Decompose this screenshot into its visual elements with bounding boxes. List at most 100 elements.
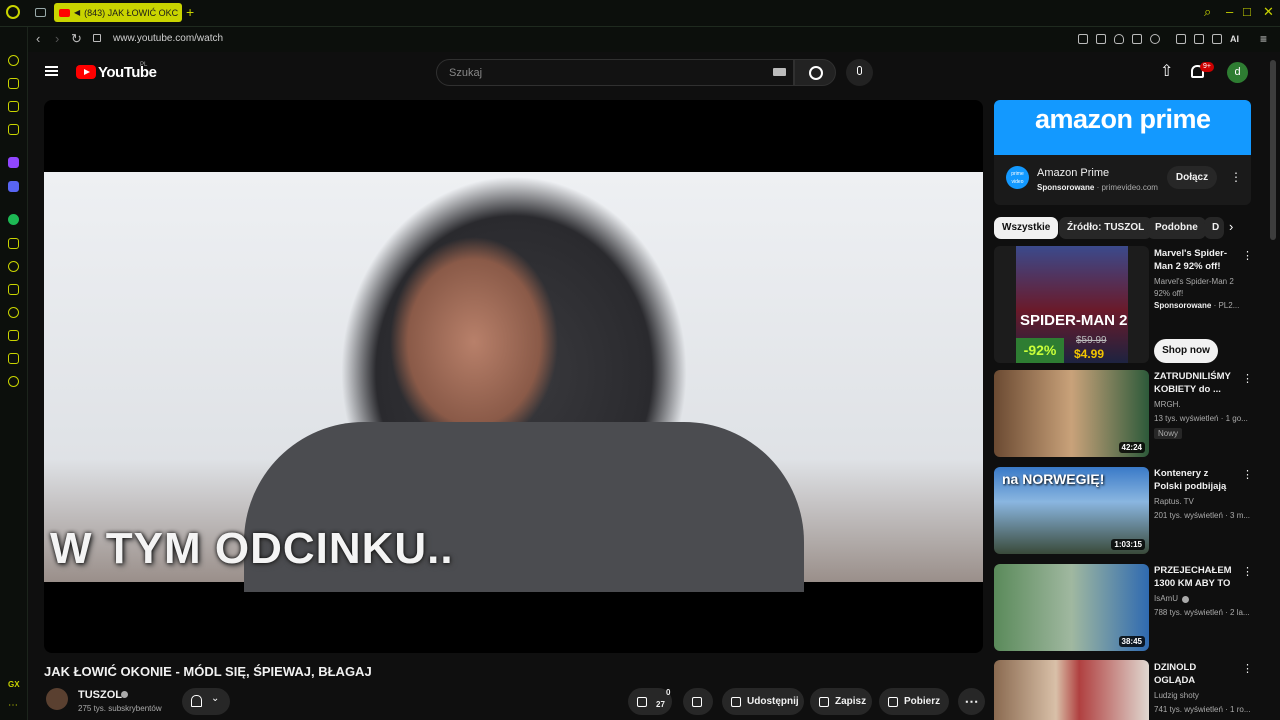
share-icon [731, 696, 741, 707]
extensions-icon[interactable] [1176, 34, 1186, 44]
like-button[interactable]: 0 27 [628, 688, 672, 715]
page-scrollbar[interactable] [1270, 60, 1276, 240]
search-button[interactable] [794, 59, 836, 86]
play-icon[interactable] [1132, 34, 1142, 44]
rec-channel: IsAmU [1154, 594, 1178, 603]
aria-ai-button[interactable]: AI [1230, 34, 1239, 44]
subscription-bell-button[interactable]: ⌄ [182, 688, 230, 715]
tab-islands-icon[interactable] [35, 8, 46, 17]
youtube-logo-icon[interactable] [76, 65, 96, 79]
rec-title[interactable]: PRZEJECHAŁEM 1300 KM ABY TO ... [1154, 564, 1236, 590]
rec-more-icon[interactable]: ⋮ [1242, 662, 1253, 675]
gx-logo-icon[interactable]: GX [8, 680, 20, 689]
rec-more-icon[interactable]: ⋮ [1242, 468, 1253, 481]
new-price: $4.99 [1074, 347, 1105, 361]
thumbs-down-icon [692, 696, 702, 707]
upload-icon[interactable]: ⇧ [1160, 64, 1173, 80]
back-button[interactable]: ‹ [36, 32, 40, 46]
video-player[interactable]: W TYM ODCINKU.. [44, 100, 983, 653]
ad-join-button[interactable]: Dołącz [1167, 166, 1217, 189]
search-tabs-icon[interactable]: ⌕ [1204, 5, 1211, 19]
voice-search-button[interactable] [846, 59, 873, 86]
rec-more-icon[interactable]: ⋮ [1242, 372, 1253, 385]
ad-more-icon[interactable]: ⋮ [1230, 170, 1242, 184]
minimize-button[interactable]: – [1226, 5, 1233, 19]
rec-thumbnail[interactable]: 42:24 [994, 370, 1149, 457]
forward-button[interactable]: › [55, 32, 59, 46]
rec-sponsored-label: Sponsorowane [1154, 301, 1212, 310]
rec-title[interactable]: Marvel's Spider-Man 2 92% off! [1154, 247, 1236, 273]
ad-title[interactable]: Amazon Prime [1037, 167, 1109, 179]
rec-title[interactable]: Kontenery z Polski podbijają świat se... [1154, 467, 1236, 493]
save-button[interactable]: Zapisz [810, 688, 872, 715]
thumbs-up-icon [637, 696, 647, 707]
bag-icon[interactable] [8, 78, 19, 89]
url-field[interactable]: www.youtube.com/watch [113, 33, 223, 44]
browser-tab-active[interactable]: ◀ (843) JAK ŁOWIĆ OKC [54, 3, 182, 22]
rec-title[interactable]: ZATRUDNILIŚMY KOBIETY do ... [1154, 370, 1236, 396]
close-window-button[interactable]: ✕ [1263, 5, 1274, 19]
old-price: $59.99 [1076, 335, 1107, 346]
settings-gear-icon[interactable] [8, 376, 19, 387]
lock-icon[interactable] [93, 34, 101, 42]
heart-icon[interactable] [1150, 34, 1160, 44]
channel-name[interactable]: TUSZOL [78, 689, 122, 701]
rec-title[interactable]: DZINOLD OGLĄDA BUNGEE - ZEMST... [1154, 661, 1236, 687]
keyboard-icon[interactable] [773, 68, 786, 76]
wallet-icon[interactable] [1194, 34, 1204, 44]
bookmarks-heart-icon[interactable] [8, 261, 19, 272]
easy-setup-icon[interactable]: ≡ [1260, 32, 1267, 46]
download-button[interactable]: Pobierz [879, 688, 949, 715]
channel-avatar[interactable] [46, 688, 68, 710]
snapshot-icon[interactable] [1096, 34, 1106, 44]
hamburger-menu-icon[interactable] [45, 66, 58, 76]
discord-icon[interactable] [8, 181, 19, 192]
spotify-icon[interactable] [8, 214, 19, 225]
rec-channel: MRGH. [1154, 400, 1181, 409]
ad-advertiser-logo: prime video [1006, 166, 1029, 189]
opera-logo-icon[interactable] [6, 5, 20, 19]
chevron-down-icon: ⌄ [211, 693, 220, 704]
like-count: 27 [656, 700, 665, 709]
rec-views: 788 tys. wyświetleń · 2 la... [1154, 608, 1250, 617]
maps-icon[interactable] [8, 124, 19, 135]
pin-icon[interactable] [1078, 34, 1088, 44]
chip-related[interactable]: Podobne [1147, 217, 1206, 239]
reload-button[interactable]: ↻ [71, 32, 82, 46]
rec-more-icon[interactable]: ⋮ [1242, 565, 1253, 578]
youtube-logo-text[interactable]: YouTube [98, 64, 157, 81]
rec-channel: Raptus. TV [1154, 497, 1194, 506]
downloads-icon[interactable] [8, 330, 19, 341]
notification-badge: 9+ [1200, 62, 1214, 72]
rec-thumbnail[interactable]: na NORWEGIĘ! 1:03:15 [994, 467, 1149, 554]
shop-now-button[interactable]: Shop now [1154, 339, 1218, 363]
pinboard-icon[interactable] [8, 284, 19, 295]
rec-thumbnail[interactable] [994, 660, 1149, 720]
share-button[interactable]: Udostępnij [722, 688, 804, 715]
chip-source[interactable]: Źródło: TUSZOL [1059, 217, 1153, 239]
sidebar-more-icon[interactable]: ⋯ [8, 700, 18, 711]
search-input[interactable] [447, 63, 771, 83]
dislike-button[interactable] [683, 688, 713, 715]
speaker-icon[interactable]: ◀ [74, 8, 80, 17]
download-arrow-icon [888, 696, 898, 707]
more-actions-button[interactable]: ⋯ [958, 688, 985, 715]
extensions-sidebar-icon[interactable] [8, 353, 19, 364]
rec-more-icon[interactable]: ⋮ [1242, 249, 1253, 262]
download-icon[interactable] [1212, 34, 1222, 44]
maximize-button[interactable]: □ [1243, 5, 1251, 19]
rec-thumbnail[interactable]: SPIDER-MAN 2 -92% $59.99 $4.99 [994, 246, 1149, 363]
chip-all[interactable]: Wszystkie [994, 217, 1059, 239]
rec-thumbnail[interactable]: 38:45 [994, 564, 1149, 651]
history-icon[interactable] [8, 307, 19, 318]
workspaces-icon[interactable] [8, 238, 19, 249]
game-cover-title: SPIDER-MAN 2 [1020, 312, 1128, 329]
shield-icon[interactable] [1114, 34, 1124, 44]
account-avatar[interactable]: d [1227, 62, 1248, 83]
twitch-icon[interactable] [8, 157, 19, 168]
chip-truncated[interactable]: D [1204, 217, 1224, 239]
chevron-right-icon[interactable]: › [1229, 219, 1233, 234]
new-tab-button[interactable]: + [186, 4, 194, 20]
notes-icon[interactable] [8, 101, 19, 112]
speed-dial-icon[interactable] [8, 55, 19, 66]
